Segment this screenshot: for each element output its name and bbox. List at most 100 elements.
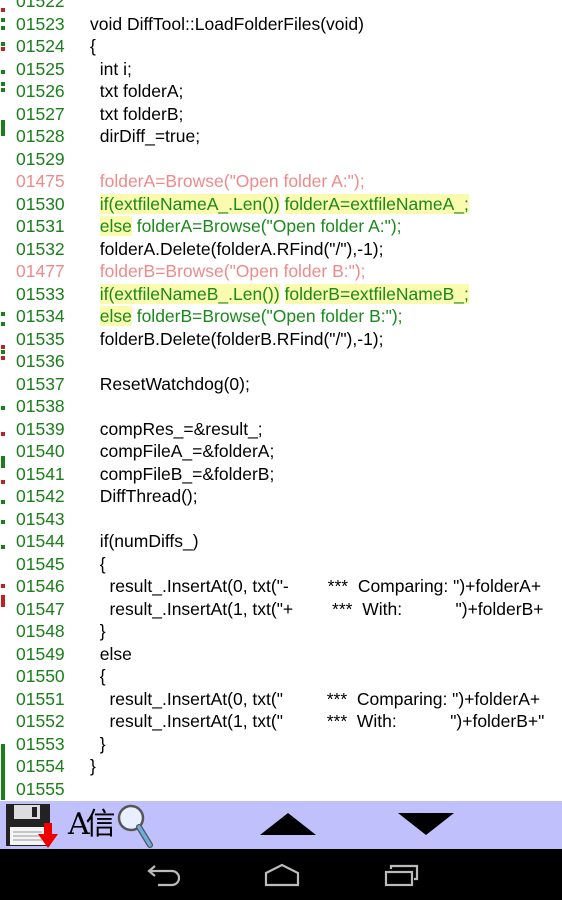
line-number: 01551	[16, 688, 65, 709]
diff-gutter-marker	[1, 26, 5, 30]
highlighted-change: else	[99, 306, 132, 326]
line-number: 01533	[16, 283, 65, 304]
code-line: 01529	[0, 148, 562, 171]
floppy-save-icon	[6, 804, 58, 848]
diff-gutter-marker	[1, 88, 5, 92]
code-line: 01547 result_.InsertAt(1, txt("+ *** Wit…	[0, 598, 562, 621]
line-text: int i;	[90, 58, 132, 79]
diff-gutter-marker	[1, 312, 5, 316]
diff-gutter-marker	[1, 356, 5, 360]
line-number: 01527	[16, 103, 65, 124]
highlighted-change: else	[99, 216, 132, 236]
line-text: if(numDiffs_)	[90, 531, 199, 551]
code-line: 01528 dirDiff_=true;	[0, 125, 562, 148]
code-line: 01523 void DiffTool::LoadFolderFiles(void…	[0, 13, 562, 36]
encoding-icon: A信	[68, 807, 116, 842]
code-line: 01546 result_.InsertAt(0, txt("- *** Com…	[0, 575, 562, 598]
code-line: 01551 result_.InsertAt(0, txt(" *** Comp…	[0, 688, 562, 711]
diff-gutter-marker	[1, 70, 5, 74]
line-number: 01526	[16, 81, 65, 101]
code-line: 01542 DiffThread();	[0, 485, 562, 508]
android-navigation-bar	[0, 849, 562, 900]
up-triangle-icon	[260, 813, 316, 835]
line-text: else folderB=Browse("Open folder B:");	[90, 305, 403, 328]
line-text: void DiffTool::LoadFolderFiles(void)	[90, 13, 364, 34]
code-line: 01536	[0, 350, 562, 373]
line-number: 01549	[16, 643, 65, 664]
search-button[interactable]	[116, 803, 154, 849]
magnifier-icon	[117, 804, 153, 848]
line-number: 01530	[16, 193, 65, 214]
encoding-button[interactable]: A信	[68, 805, 116, 845]
line-number: 01538	[16, 396, 65, 416]
diff-gutter-marker	[1, 520, 5, 524]
line-text: {	[90, 666, 106, 686]
code-line: 01525 int i;	[0, 58, 562, 81]
previous-diff-button[interactable]	[258, 811, 318, 839]
line-text: {	[90, 36, 96, 56]
code-line: 01548 }	[0, 620, 562, 643]
code-line: 01539 compRes_=&result_;	[0, 418, 562, 441]
line-number: 01528	[16, 126, 65, 146]
line-number: 01548	[16, 621, 65, 641]
line-text: if(extfileNameA_.Len()) folderA=extfileN…	[90, 193, 469, 216]
line-number: 01522	[16, 0, 65, 11]
line-number: 01531	[16, 216, 65, 236]
code-line: 01541 compFileB_=&folderB;	[0, 463, 562, 486]
line-number: 01524	[16, 36, 65, 56]
line-number: 01475	[16, 171, 65, 191]
line-number: 01554	[16, 756, 65, 776]
home-button[interactable]	[260, 861, 304, 889]
diff-gutter-marker	[1, 584, 5, 588]
recents-button[interactable]	[380, 861, 424, 889]
line-number: 01544	[16, 531, 65, 551]
next-diff-button[interactable]	[396, 811, 456, 839]
save-button[interactable]	[4, 803, 62, 849]
diff-gutter-marker	[1, 47, 5, 51]
line-text: txt folderB;	[90, 103, 184, 124]
recents-icon	[384, 864, 419, 887]
diff-gutter-marker	[1, 82, 5, 86]
code-line: 01533 if(extfileNameB_.Len()) folderB=ex…	[0, 283, 562, 306]
line-number: 01540	[16, 441, 65, 461]
diff-gutter-marker	[1, 500, 5, 504]
line-text: result_.InsertAt(0, txt("- *** Comparing…	[90, 576, 542, 596]
code-line: 01553 }	[0, 733, 562, 756]
line-number: 01541	[16, 463, 65, 484]
code-line: 01534 else folderB=Browse("Open folder B…	[0, 305, 562, 328]
line-number: 01523	[16, 13, 65, 34]
line-text: }	[90, 733, 106, 754]
down-triangle-icon	[398, 813, 454, 835]
line-text: folderA.Delete(folderA.RFind("/"),-1);	[90, 238, 384, 259]
line-number: 01543	[16, 508, 65, 529]
line-text: else folderA=Browse("Open folder A:");	[90, 215, 402, 238]
line-text: folderA=Browse("Open folder A:");	[90, 171, 365, 191]
code-line: 01552 result_.InsertAt(1, txt(" *** With…	[0, 710, 562, 733]
code-line: 01540 compFileA_=&folderA;	[0, 440, 562, 463]
diff-gutter-marker	[1, 322, 5, 326]
code-view[interactable]: 0152201523 void DiffTool::LoadFolderFiles…	[0, 0, 562, 801]
diff-gutter-marker	[1, 350, 5, 354]
line-text: DiffThread();	[90, 486, 198, 506]
highlighted-change: if(extfileNameA_.Len())	[99, 193, 280, 214]
line-number: 01535	[16, 328, 65, 349]
diff-gutter-marker	[1, 744, 5, 800]
line-text: if(extfileNameB_.Len()) folderB=extfileN…	[90, 283, 469, 306]
code-line: 01538	[0, 395, 562, 418]
line-text: dirDiff_=true;	[90, 126, 201, 146]
line-text: }	[90, 621, 106, 641]
home-icon	[264, 863, 300, 887]
code-line: 01531 else folderA=Browse("Open folder A…	[0, 215, 562, 238]
line-number: 01537	[16, 373, 65, 394]
line-text: }	[90, 756, 96, 776]
back-button[interactable]	[140, 861, 184, 889]
diff-gutter-marker	[1, 8, 5, 12]
code-line: 01544 if(numDiffs_)	[0, 530, 562, 553]
diff-gutter-marker	[1, 545, 5, 549]
code-line: 01550 {	[0, 665, 562, 688]
line-text: result_.InsertAt(1, txt(" *** With: ")+f…	[90, 711, 545, 731]
code-line: 01543	[0, 508, 562, 531]
line-text: result_.InsertAt(0, txt(" *** Comparing:…	[90, 688, 541, 709]
line-number: 01553	[16, 733, 65, 754]
